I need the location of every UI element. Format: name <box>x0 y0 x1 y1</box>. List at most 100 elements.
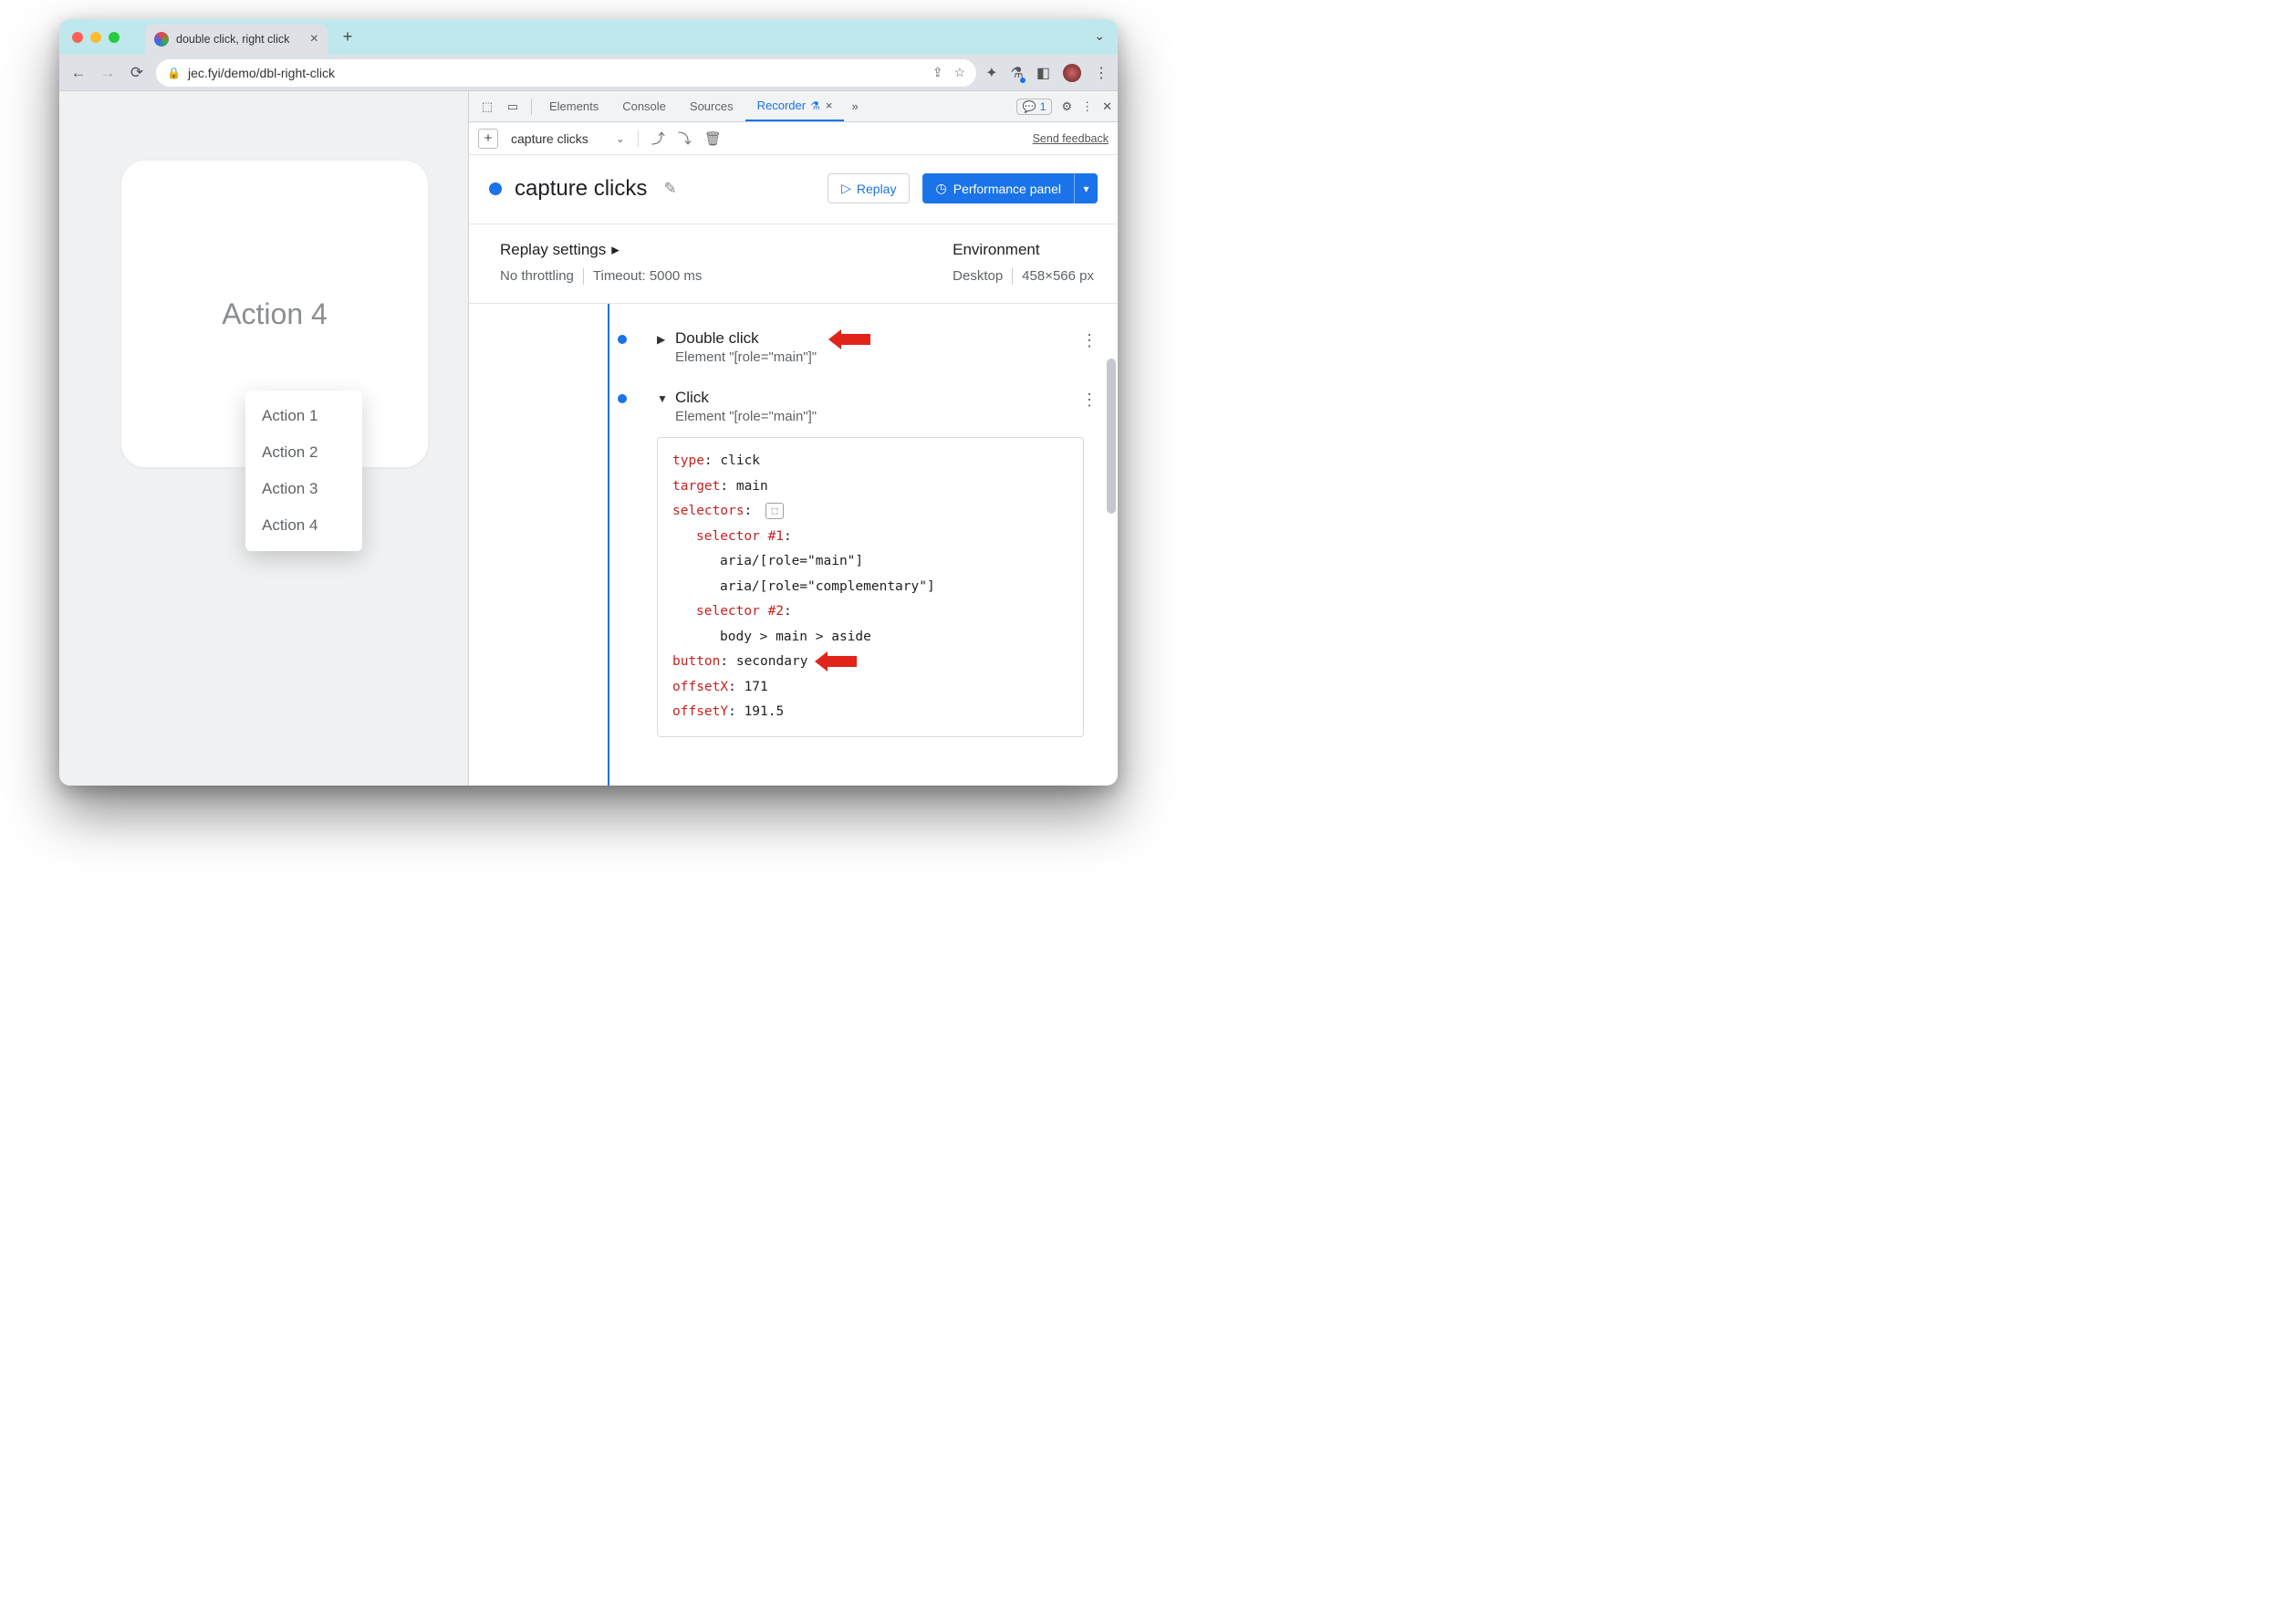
address-bar[interactable]: 🔒 jec.fyi/demo/dbl-right-click ⇪ ☆ <box>156 59 976 87</box>
scrollbar-thumb[interactable] <box>1107 359 1116 514</box>
separator <box>583 268 584 285</box>
devtools-settings-icon[interactable]: ⚙ <box>1061 99 1072 114</box>
detail-value: aria/[role="main"] <box>720 554 863 568</box>
replay-label: Replay <box>857 182 897 196</box>
devtools-menu-icon[interactable]: ⋮ <box>1081 99 1093 114</box>
tab-console[interactable]: Console <box>610 91 678 121</box>
profile-avatar[interactable] <box>1063 64 1081 82</box>
environment-label: Environment <box>953 241 1039 259</box>
detail-key: button <box>672 654 720 669</box>
step-title: Click <box>675 389 817 407</box>
annotation-arrow-icon <box>828 326 870 353</box>
tab-close-icon[interactable]: × <box>826 99 833 112</box>
bookmark-icon[interactable]: ☆ <box>954 65 966 80</box>
extensions-icon[interactable]: ✦ <box>985 64 997 82</box>
close-window-button[interactable] <box>72 32 83 43</box>
experiments-icon[interactable]: ⚗ <box>1011 64 1024 82</box>
title-bar: double click, right click × + ⌄ <box>59 19 1118 55</box>
timeout-value: Timeout: 5000 ms <box>593 268 703 285</box>
replay-button[interactable]: ▷ Replay <box>828 173 910 203</box>
step-title: Double click <box>675 329 817 348</box>
expand-icon[interactable]: ▶ <box>657 333 668 346</box>
step-subtitle: Element "[role="main"]" <box>675 409 817 424</box>
selector-picker-icon[interactable]: ⬚ <box>765 503 784 519</box>
send-feedback-link[interactable]: Send feedback <box>1033 132 1109 145</box>
back-button[interactable]: ← <box>68 64 89 82</box>
browser-tab[interactable]: double click, right click × <box>145 24 328 55</box>
gauge-icon: ◷ <box>935 181 946 196</box>
detail-value: main <box>736 479 768 494</box>
export-icon[interactable]: ⤴ <box>651 129 665 148</box>
tab-sources[interactable]: Sources <box>678 91 745 121</box>
context-menu-item[interactable]: Action 3 <box>245 471 362 507</box>
detail-value: aria/[role="complementary"] <box>720 579 935 594</box>
recorder-step[interactable]: ▶ Double click Element "[role="main"]" ⋮ <box>630 320 1103 380</box>
flask-icon: ⚗ <box>810 99 820 112</box>
detail-key: type <box>672 453 704 468</box>
recorder-settings: Replay settings ▸ No throttling Timeout:… <box>469 224 1118 304</box>
card-label: Action 4 <box>222 297 328 331</box>
issues-count: 1 <box>1040 100 1046 113</box>
devtools-tabbar: ⬚ ▭ Elements Console Sources Recorder ⚗ … <box>469 91 1118 122</box>
step-menu-icon[interactable]: ⋮ <box>1081 331 1098 350</box>
import-icon[interactable]: ⤵ <box>678 129 692 148</box>
maximize-window-button[interactable] <box>109 32 120 43</box>
side-panel-icon[interactable]: ◧ <box>1036 64 1050 82</box>
detail-key: offsetY <box>672 704 728 719</box>
browser-menu-button[interactable]: ⋮ <box>1094 64 1109 82</box>
detail-key: offsetX <box>672 680 728 694</box>
device-toolbar-icon[interactable]: ▭ <box>500 99 526 114</box>
detail-key: selector #1 <box>696 529 784 544</box>
tab-elements[interactable]: Elements <box>537 91 610 121</box>
minimize-window-button[interactable] <box>90 32 101 43</box>
browser-window: double click, right click × + ⌄ ← → ⟳ 🔒 … <box>59 19 1118 786</box>
tab-close-button[interactable]: × <box>310 31 318 47</box>
devtools-panel: ⬚ ▭ Elements Console Sources Recorder ⚗ … <box>468 91 1118 786</box>
step-menu-icon[interactable]: ⋮ <box>1081 390 1098 410</box>
timeline-dot-icon <box>618 394 627 403</box>
issues-badge[interactable]: 💬 1 <box>1016 99 1053 115</box>
context-menu-item[interactable]: Action 2 <box>245 434 362 471</box>
detail-value: secondary <box>736 654 808 669</box>
chat-icon: 💬 <box>1023 100 1036 113</box>
replay-settings-toggle[interactable]: Replay settings ▸ <box>500 241 702 259</box>
devtools-close-icon[interactable]: ✕ <box>1102 99 1112 114</box>
new-tab-button[interactable]: + <box>335 25 360 50</box>
separator <box>531 99 532 115</box>
chevron-down-icon: ⌄ <box>616 132 625 145</box>
tabs-overflow-button[interactable]: ⌄ <box>1094 28 1105 44</box>
performance-panel-caret[interactable]: ▾ <box>1074 173 1098 203</box>
recorder-toolbar: + capture clicks ⌄ ⤴ ⤵ 🗑 Send feedback <box>469 122 1118 155</box>
context-menu-item[interactable]: Action 1 <box>245 398 362 434</box>
annotation-arrow-icon <box>815 648 857 675</box>
performance-panel-button-group: ◷ Performance panel ▾ <box>922 173 1098 203</box>
recorder-steps: ▶ Double click Element "[role="main"]" ⋮ <box>469 304 1118 786</box>
recording-status-dot <box>489 182 502 195</box>
tabs-overflow-icon[interactable]: » <box>844 99 865 113</box>
recording-select[interactable]: capture clicks ⌄ <box>511 131 625 146</box>
favicon-icon <box>154 32 169 47</box>
tab-recorder-label: Recorder <box>757 99 806 112</box>
detail-key: target <box>672 479 720 494</box>
environment-dimensions: 458×566 px <box>1022 268 1094 285</box>
page-viewport: Action 4 Action 1 Action 2 Action 3 Acti… <box>59 91 468 786</box>
browser-actions: ✦ ⚗ ◧ ⋮ <box>985 64 1109 82</box>
performance-panel-button[interactable]: ◷ Performance panel <box>922 173 1074 203</box>
recorder-step[interactable]: ▼ Click Element "[role="main"]" ⋮ type: … <box>630 380 1103 752</box>
tab-recorder[interactable]: Recorder ⚗ × <box>745 91 845 121</box>
timeline-dot-icon <box>618 335 627 344</box>
new-recording-button[interactable]: + <box>478 129 498 149</box>
tab-title: double click, right click <box>176 33 289 46</box>
edit-title-icon[interactable]: ✎ <box>663 180 676 198</box>
delete-icon[interactable]: 🗑 <box>704 130 722 147</box>
context-menu-item[interactable]: Action 4 <box>245 507 362 544</box>
forward-button[interactable]: → <box>98 64 118 82</box>
collapse-icon[interactable]: ▼ <box>657 392 668 405</box>
detail-value: click <box>720 453 760 468</box>
recording-title: capture clicks <box>515 176 647 202</box>
reload-button[interactable]: ⟳ <box>127 64 147 82</box>
url-text: jec.fyi/demo/dbl-right-click <box>188 66 335 80</box>
inspect-icon[interactable]: ⬚ <box>474 99 500 114</box>
environment-device: Desktop <box>953 268 1003 285</box>
share-icon[interactable]: ⇪ <box>932 65 943 80</box>
